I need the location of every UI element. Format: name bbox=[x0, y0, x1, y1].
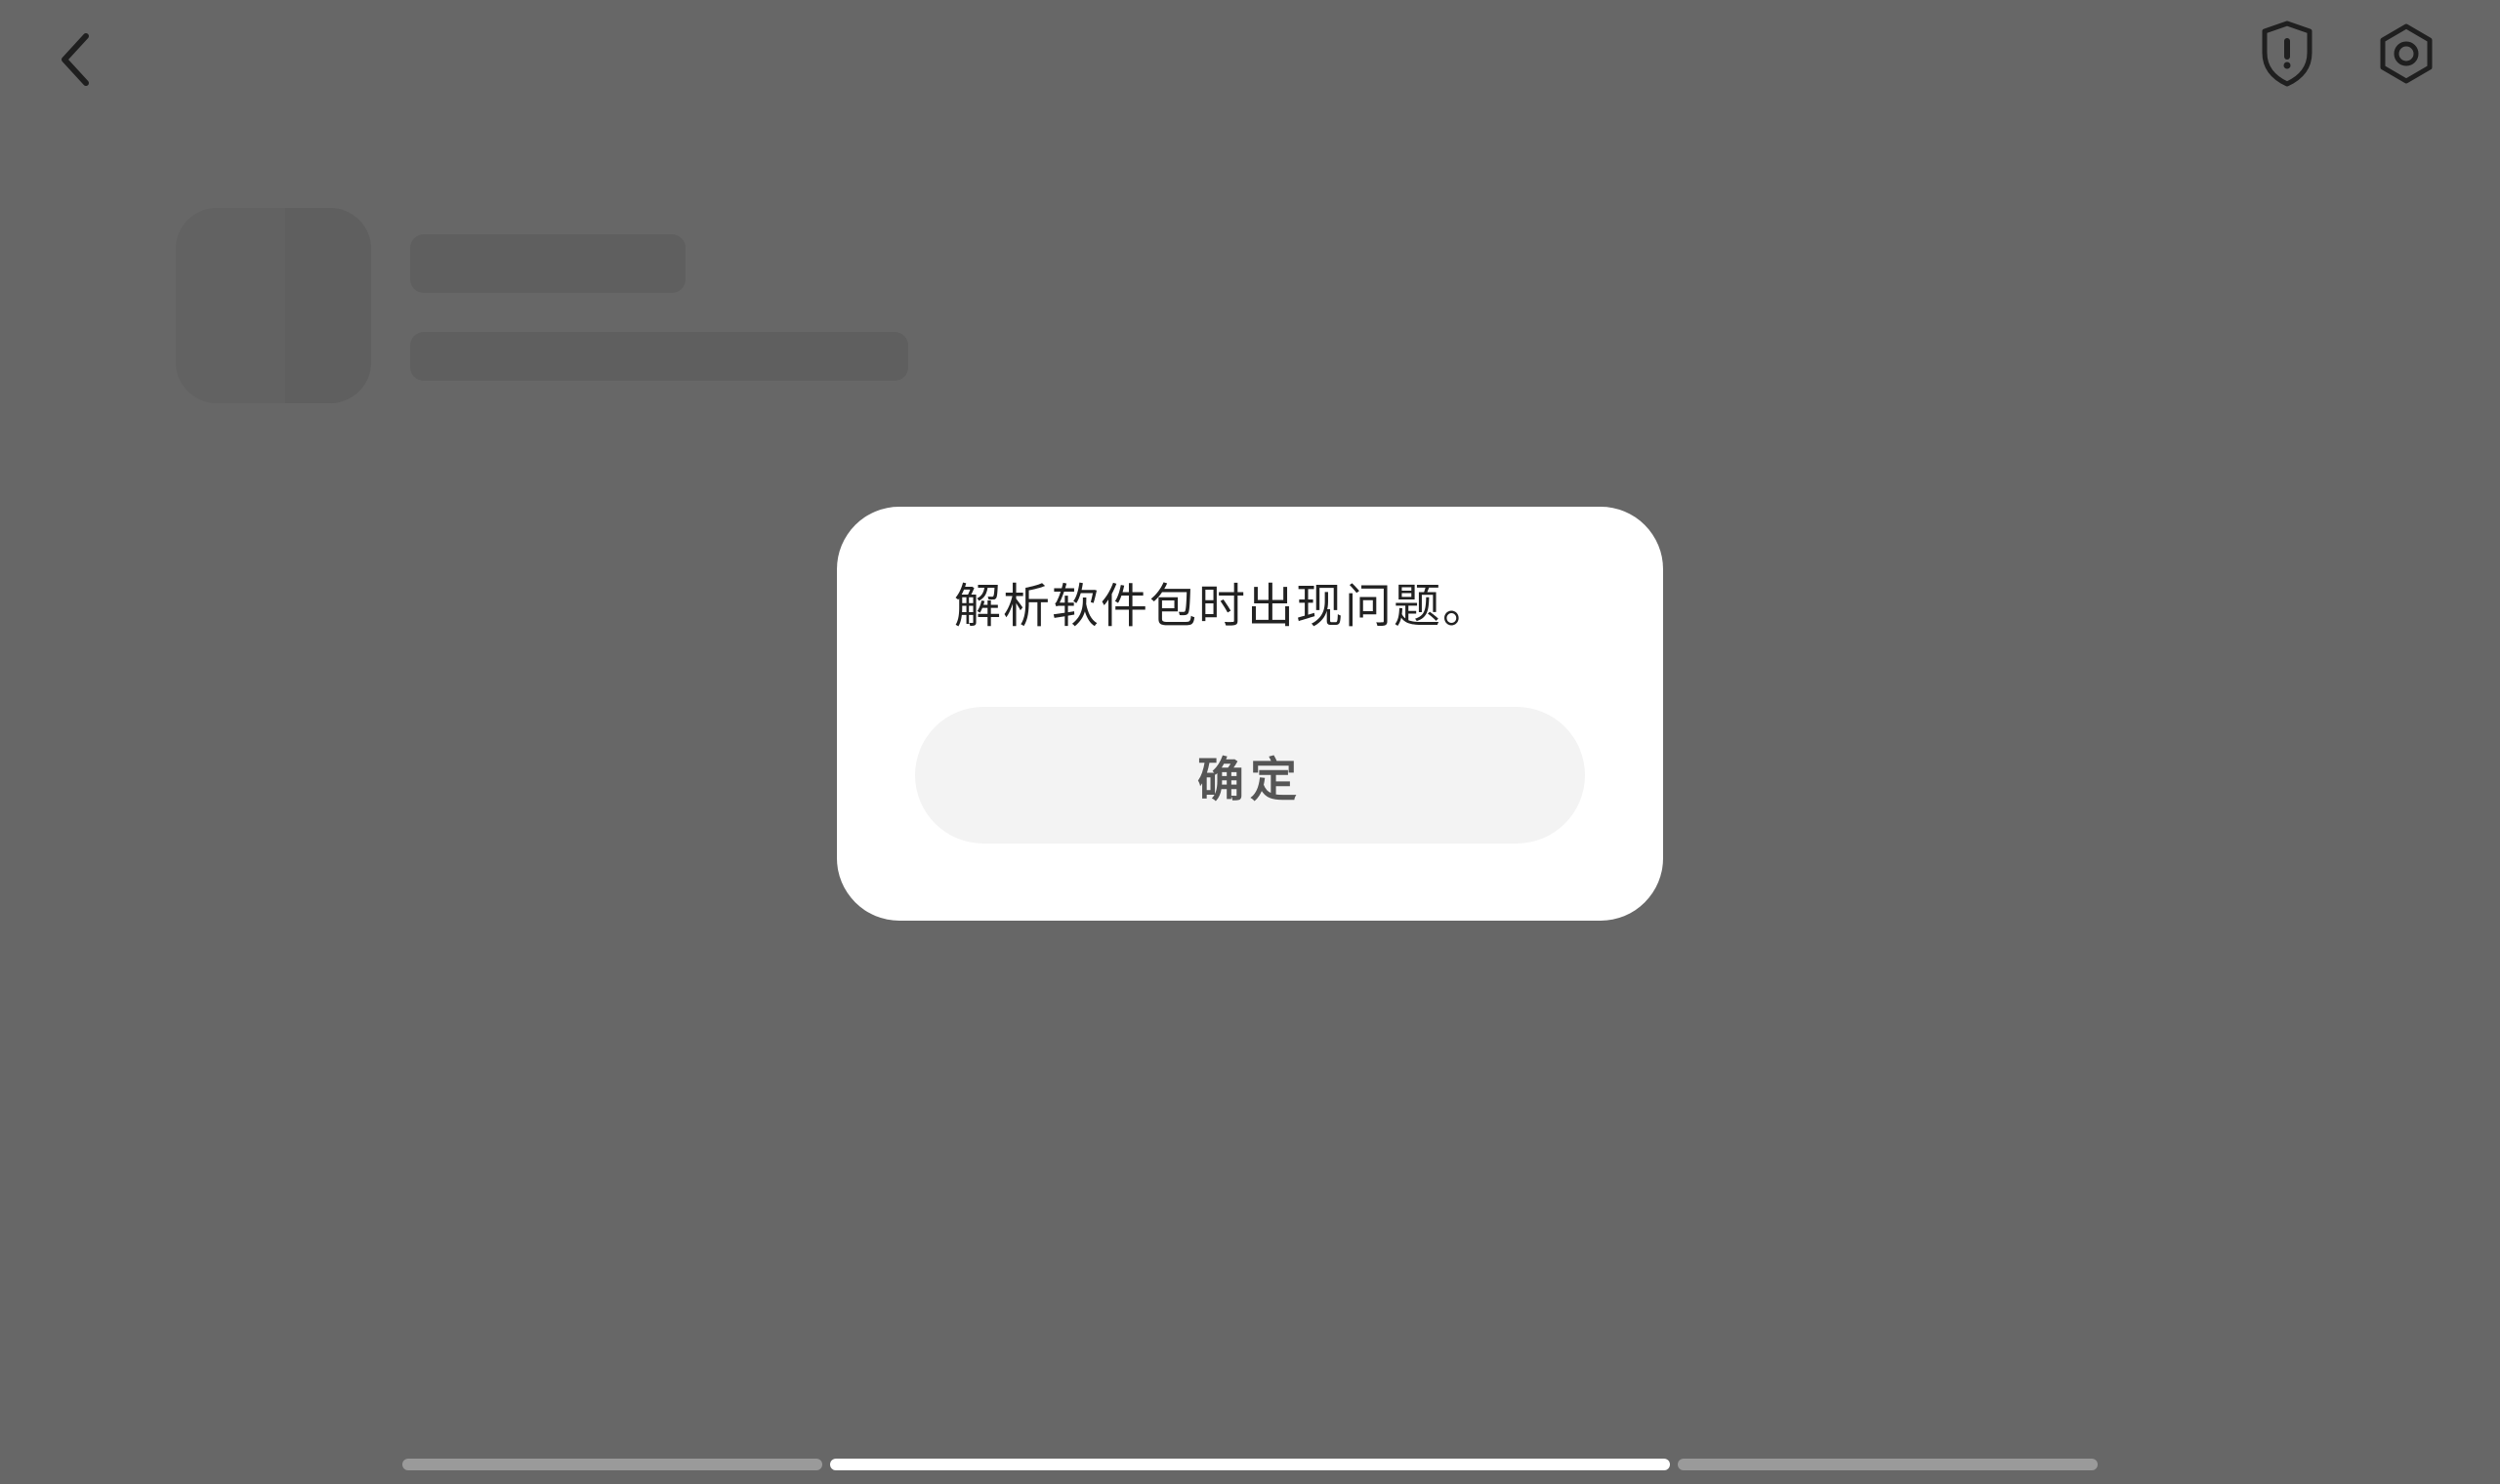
error-dialog: 解析软件包时出现问题。 确定 bbox=[837, 507, 1663, 921]
app-info-placeholder bbox=[410, 332, 908, 381]
settings-icon bbox=[2375, 22, 2438, 88]
confirm-button[interactable]: 确定 bbox=[915, 707, 1585, 844]
shield-alert-icon bbox=[2258, 20, 2316, 91]
page-indicator-segment bbox=[1678, 1459, 2098, 1470]
app-name-placeholder bbox=[410, 234, 686, 293]
page-indicator-segment bbox=[402, 1459, 822, 1470]
back-button[interactable] bbox=[43, 21, 105, 100]
screen: 解析软件包时出现问题。 确定 bbox=[0, 0, 2500, 1484]
page-indicator-segment-active bbox=[830, 1459, 1670, 1470]
settings-button[interactable] bbox=[2371, 20, 2441, 90]
page-indicator bbox=[402, 1459, 2098, 1470]
app-icon-placeholder bbox=[176, 208, 371, 403]
chevron-left-icon bbox=[55, 30, 94, 92]
security-check-button[interactable] bbox=[2252, 20, 2322, 90]
dialog-message: 解析软件包时出现问题。 bbox=[954, 579, 1492, 634]
